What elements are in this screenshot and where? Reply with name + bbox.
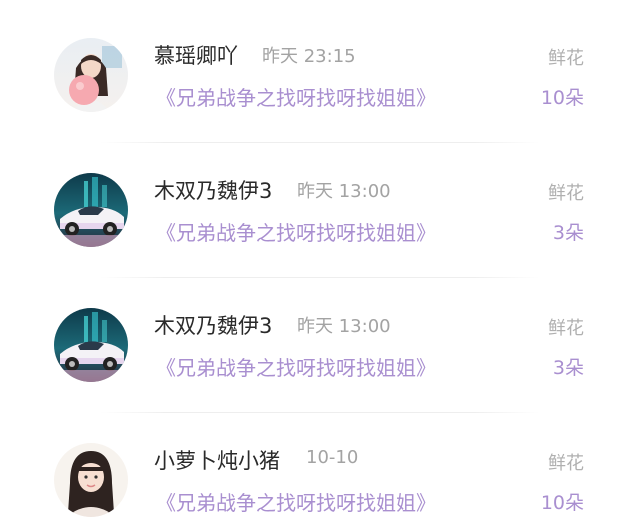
gift-type-label: 鲜花 xyxy=(548,183,584,204)
list-item[interactable]: 木双乃魏伊3 昨天 13:00 《兄弟战争之找呀找呀找姐姐》 鲜花 3朵 xyxy=(0,278,640,413)
list-item[interactable]: 慕瑶卿吖 昨天 23:15 《兄弟战争之找呀找呀找姐姐》 鲜花 10朵 xyxy=(0,8,640,143)
timestamp: 昨天 13:00 xyxy=(297,181,391,202)
girl-balloon-avatar-icon[interactable] xyxy=(54,38,128,112)
timestamp: 10-10 xyxy=(306,447,359,468)
book-title-link[interactable]: 《兄弟战争之找呀找呀找姐姐》 xyxy=(156,217,436,246)
gift-record-list: 慕瑶卿吖 昨天 23:15 《兄弟战争之找呀找呀找姐姐》 鲜花 10朵 木双乃魏… xyxy=(0,0,640,532)
gift-type-label: 鲜花 xyxy=(548,48,584,69)
gift-count: 3朵 xyxy=(552,357,584,379)
book-title-link[interactable]: 《兄弟战争之找呀找呀找姐姐》 xyxy=(156,82,436,111)
user-name[interactable]: 慕瑶卿吖 xyxy=(154,40,238,70)
white-sports-car-avatar-icon[interactable] xyxy=(54,173,128,247)
gift-count: 10朵 xyxy=(540,87,584,109)
timestamp: 昨天 13:00 xyxy=(297,316,391,337)
gift-type-label: 鲜花 xyxy=(548,318,584,339)
girl-portrait-avatar-icon[interactable] xyxy=(54,443,128,517)
list-item[interactable]: 木双乃魏伊3 昨天 13:00 《兄弟战争之找呀找呀找姐姐》 鲜花 3朵 xyxy=(0,143,640,278)
white-sports-car-avatar-icon[interactable] xyxy=(54,308,128,382)
book-title-link[interactable]: 《兄弟战争之找呀找呀找姐姐》 xyxy=(156,487,436,516)
gift-count: 3朵 xyxy=(552,222,584,244)
gift-count: 10朵 xyxy=(540,492,584,514)
user-name[interactable]: 木双乃魏伊3 xyxy=(154,310,272,340)
user-name[interactable]: 木双乃魏伊3 xyxy=(154,175,272,205)
book-title-link[interactable]: 《兄弟战争之找呀找呀找姐姐》 xyxy=(156,352,436,381)
list-item[interactable]: 小萝卜炖小猪 10-10 《兄弟战争之找呀找呀找姐姐》 鲜花 10朵 xyxy=(0,413,640,532)
user-name[interactable]: 小萝卜炖小猪 xyxy=(154,445,280,475)
gift-type-label: 鲜花 xyxy=(548,453,584,474)
timestamp: 昨天 23:15 xyxy=(262,46,356,67)
